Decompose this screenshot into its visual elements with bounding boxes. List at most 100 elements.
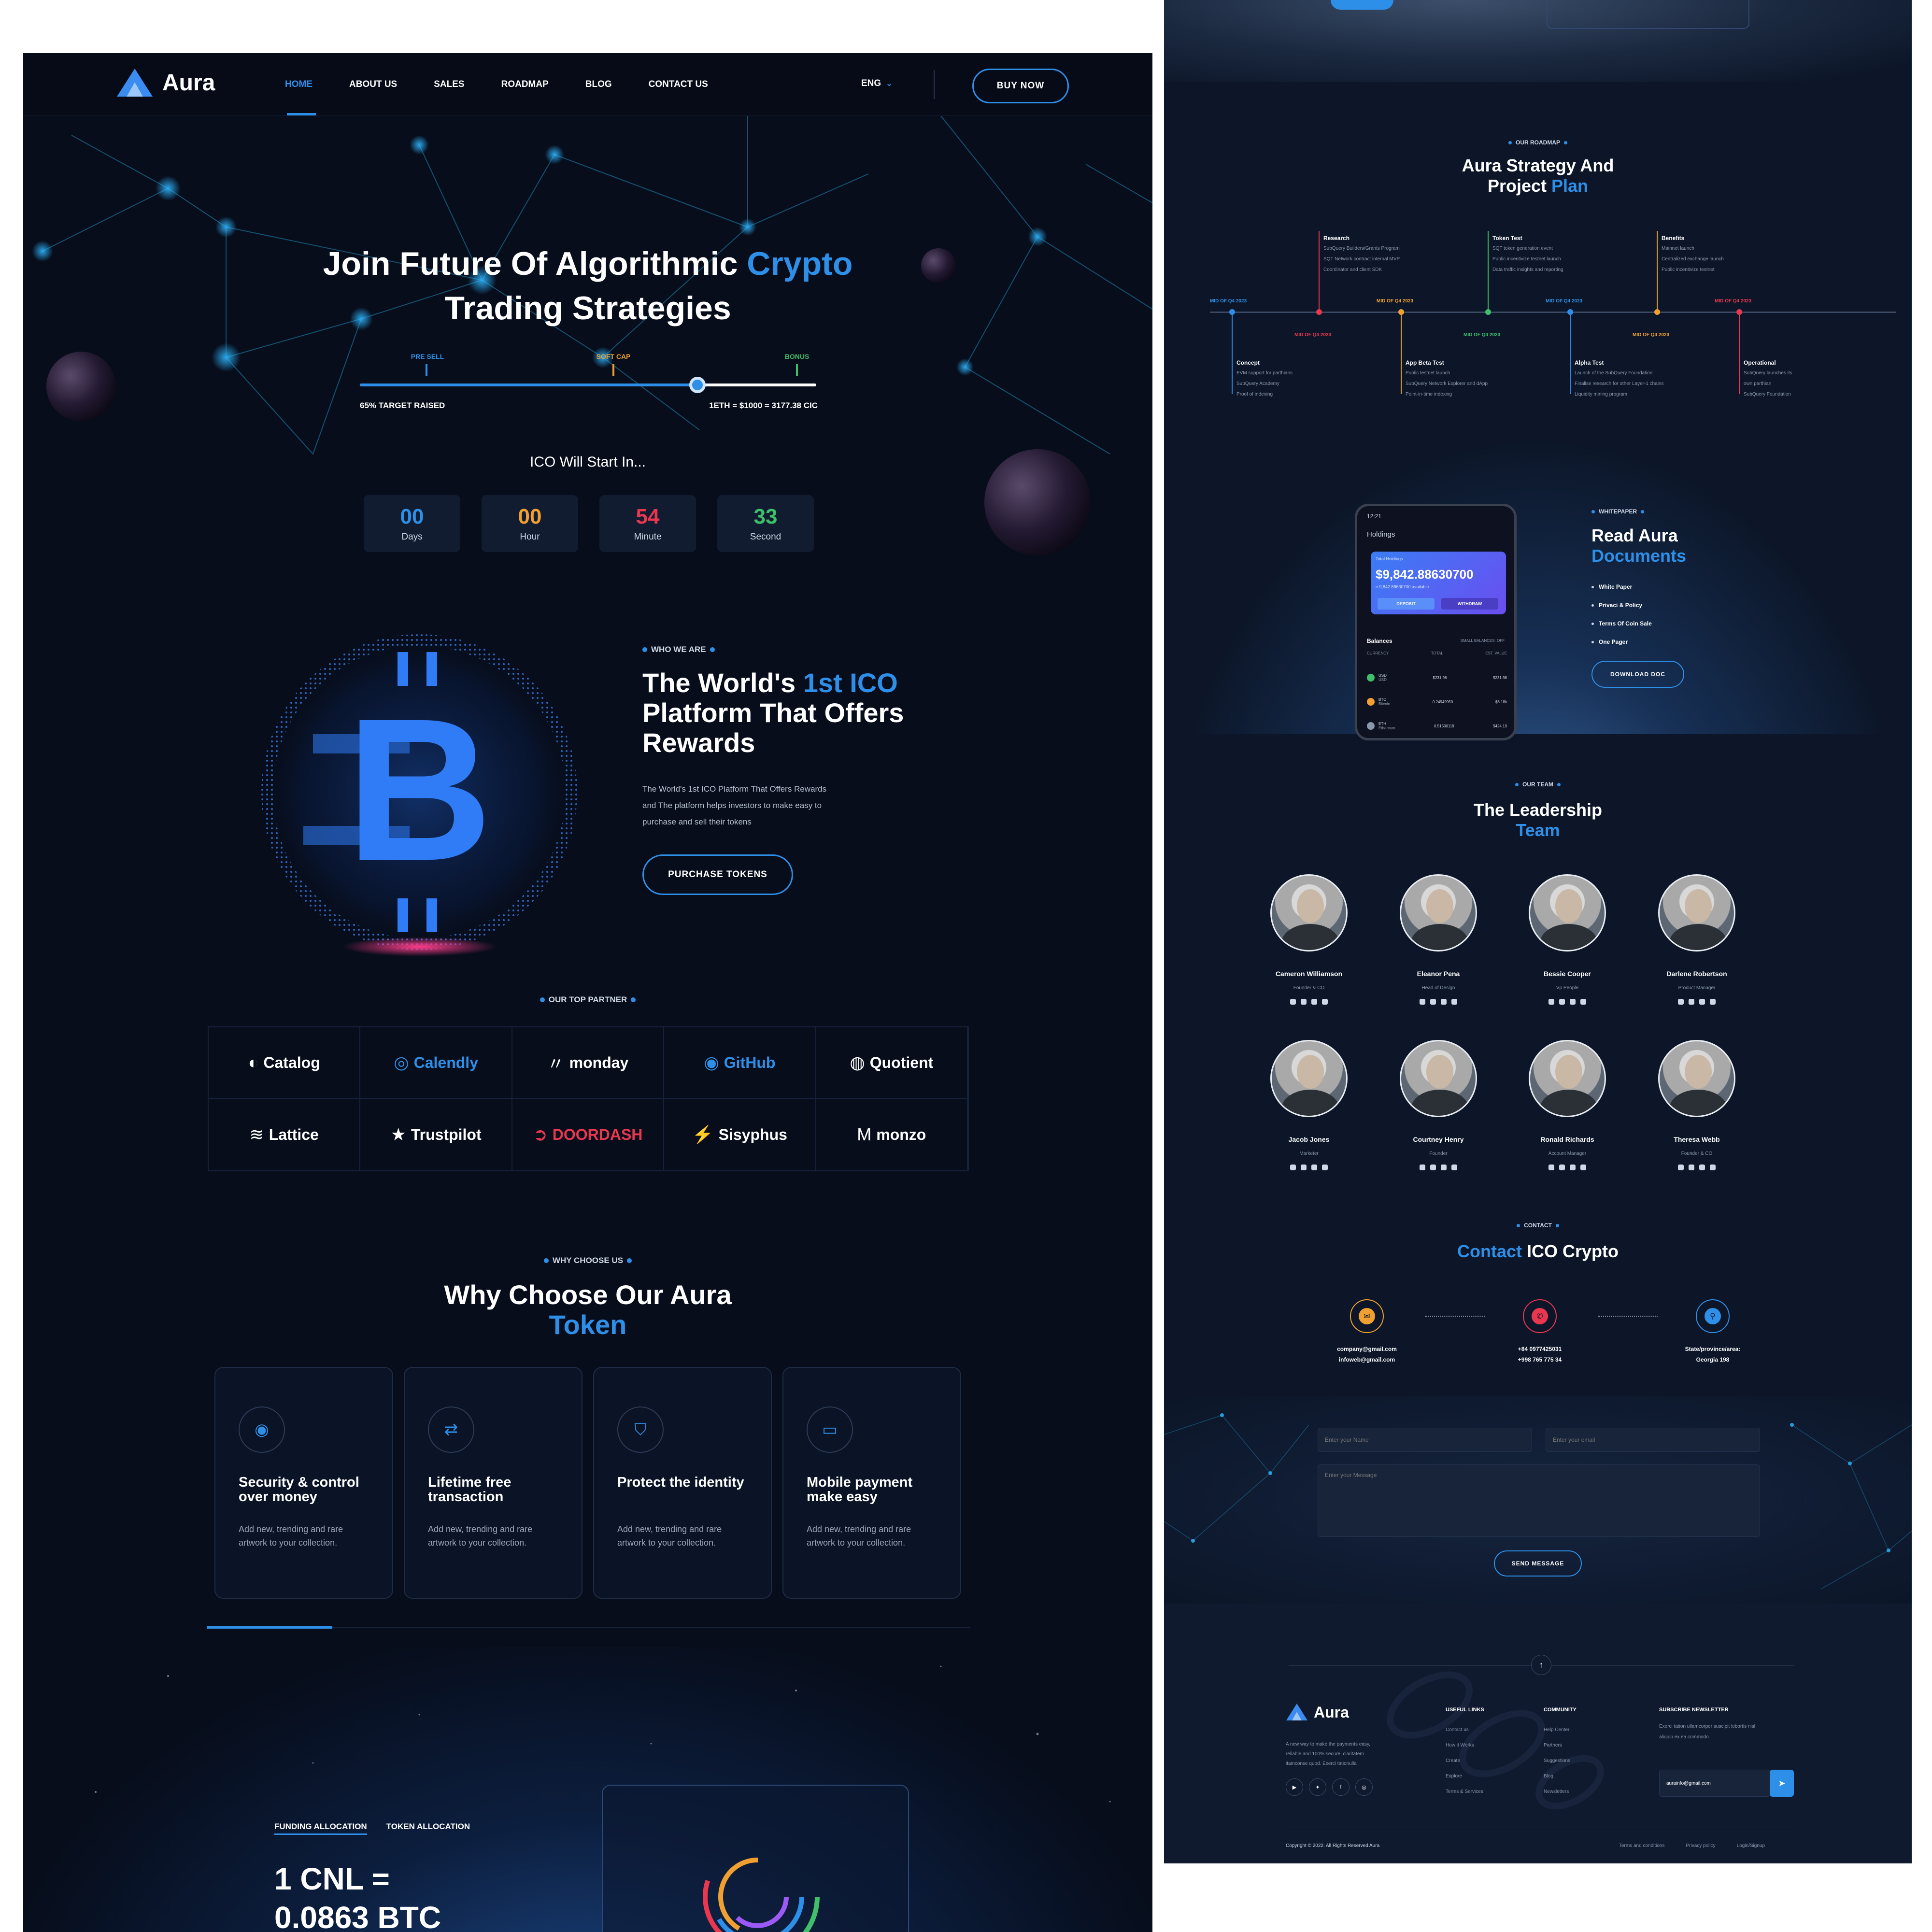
team-member[interactable]: Theresa Webb Founder & CO: [1644, 1040, 1750, 1185]
nav-home[interactable]: HOME: [285, 79, 313, 90]
youtube-icon[interactable]: [1420, 999, 1425, 1005]
doc-link[interactable]: One Pager: [1591, 633, 1686, 651]
instagram-icon[interactable]: [1580, 999, 1586, 1005]
footer-link[interactable]: Create: [1446, 1753, 1483, 1769]
facebook-icon[interactable]: [1311, 1165, 1317, 1170]
tab-funding-allocation[interactable]: FUNDING ALLOCATION: [274, 1822, 367, 1835]
facebook-icon[interactable]: [1699, 1165, 1705, 1170]
balance-row[interactable]: USD USD $231.98 $231.98: [1367, 666, 1507, 690]
facebook-icon[interactable]: [1441, 999, 1447, 1005]
nav-about[interactable]: ABOUT US: [349, 79, 397, 90]
nav-blog[interactable]: BLOG: [585, 79, 612, 90]
facebook-icon[interactable]: [1311, 999, 1317, 1005]
footer-link[interactable]: Suggestions: [1544, 1753, 1570, 1769]
twitter-icon[interactable]: [1301, 999, 1307, 1005]
phone-icon[interactable]: ✆: [1523, 1299, 1557, 1333]
twitter-icon[interactable]: [1689, 1165, 1694, 1170]
footer-link[interactable]: Explore: [1446, 1769, 1483, 1784]
newsletter-email-input[interactable]: aurainfo@gmail.com: [1659, 1770, 1770, 1797]
nav-sales[interactable]: SALES: [434, 79, 464, 90]
facebook-icon[interactable]: [1699, 999, 1705, 1005]
instagram-icon[interactable]: [1451, 1165, 1457, 1170]
download-doc-button[interactable]: DOWNLOAD DOC: [1591, 661, 1684, 688]
instagram-icon[interactable]: [1710, 999, 1716, 1005]
login-link[interactable]: Login/Signup: [1737, 1843, 1765, 1848]
terms-link[interactable]: Terms and conditions: [1619, 1843, 1665, 1848]
nav-roadmap[interactable]: ROADMAP: [501, 79, 549, 90]
send-message-button[interactable]: SEND MESSAGE: [1494, 1550, 1582, 1577]
scroll-top-button[interactable]: ↑: [1531, 1655, 1551, 1675]
instagram-icon[interactable]: [1710, 1165, 1716, 1170]
youtube-icon[interactable]: [1290, 1165, 1296, 1170]
facebook-icon[interactable]: [1570, 1165, 1576, 1170]
team-member[interactable]: Eleanor Pena Head of Design: [1385, 874, 1492, 1019]
twitter-icon[interactable]: [1430, 999, 1436, 1005]
instagram-icon[interactable]: [1580, 1165, 1586, 1170]
buy-now-button[interactable]: BUY NOW: [972, 69, 1069, 103]
youtube-icon[interactable]: [1290, 999, 1296, 1005]
team-member[interactable]: Darlene Robertson Product Manager: [1644, 874, 1750, 1019]
youtube-icon[interactable]: [1678, 1165, 1684, 1170]
feature-card[interactable]: ⛉ Protect the identity Add new, trending a…: [593, 1367, 772, 1599]
footer-link[interactable]: Partners: [1544, 1738, 1570, 1753]
newsletter-submit-button[interactable]: ➤: [1770, 1770, 1794, 1797]
partner-logo[interactable]: ◎ Calendly: [360, 1027, 512, 1099]
small-balances-toggle[interactable]: SMALL BALANCES: OFF: [1461, 639, 1505, 643]
privacy-link[interactable]: Privacy policy: [1686, 1843, 1716, 1848]
twitter-icon[interactable]: [1689, 999, 1694, 1005]
partner-logo[interactable]: Μmonzo: [816, 1099, 968, 1170]
footer-brand[interactable]: Aura: [1286, 1703, 1349, 1721]
twitter-icon[interactable]: [1301, 1165, 1307, 1170]
twitter-icon[interactable]: [1559, 999, 1565, 1005]
balance-row[interactable]: ETH Ethereum 0.51500119 $424.19: [1367, 714, 1507, 738]
feature-card[interactable]: ▭ Mobile payment make easy Add new, trendin…: [782, 1367, 961, 1599]
tab-token-allocation[interactable]: TOKEN ALLOCATION: [386, 1822, 470, 1835]
instagram-icon[interactable]: [1322, 1165, 1328, 1170]
instagram-icon[interactable]: [1322, 999, 1328, 1005]
footer-link[interactable]: How it Works: [1446, 1738, 1483, 1753]
youtube-icon[interactable]: [1420, 1165, 1425, 1170]
youtube-icon[interactable]: [1548, 999, 1554, 1005]
withdraw-button[interactable]: WITHDRAW: [1441, 598, 1498, 610]
balance-row[interactable]: BTC Bitcoin 0.24949950 $6.18k: [1367, 690, 1507, 714]
facebook-icon[interactable]: [1441, 1165, 1447, 1170]
partner-logo[interactable]: ⚡ Sisyphus: [664, 1099, 816, 1170]
footer-link[interactable]: Help Center: [1544, 1722, 1570, 1738]
feature-card[interactable]: ◉ Security & control over money Add new, tr…: [214, 1367, 393, 1599]
instagram-icon[interactable]: ◎: [1355, 1778, 1373, 1796]
team-member[interactable]: Jacob Jones Marketer: [1256, 1040, 1362, 1185]
team-member[interactable]: Bessie Cooper Vp People: [1514, 874, 1620, 1019]
doc-link[interactable]: Terms Of Coin Sale: [1591, 614, 1686, 633]
instagram-icon[interactable]: [1451, 999, 1457, 1005]
deposit-button[interactable]: DEPOSIT: [1378, 598, 1435, 610]
message-input[interactable]: [1318, 1464, 1760, 1537]
location-icon[interactable]: ⚲: [1696, 1299, 1730, 1333]
email-input[interactable]: [1546, 1428, 1760, 1452]
partner-logo[interactable]: ≋ Lattice: [209, 1099, 361, 1170]
doc-link[interactable]: Privaci & Policy: [1591, 596, 1686, 614]
nav-contact[interactable]: CONTACT US: [649, 79, 708, 90]
facebook-icon[interactable]: f: [1332, 1778, 1350, 1796]
brand-logo[interactable]: Aura: [116, 68, 215, 98]
doc-link[interactable]: White Paper: [1591, 578, 1686, 596]
twitter-icon[interactable]: ✦: [1309, 1778, 1326, 1796]
team-member[interactable]: Cameron Williamson Founder & CO: [1256, 874, 1362, 1019]
language-select[interactable]: ENG ⌄: [861, 78, 893, 89]
mail-icon[interactable]: ✉: [1350, 1299, 1384, 1333]
twitter-icon[interactable]: [1559, 1165, 1565, 1170]
footer-link[interactable]: Newsletters: [1544, 1784, 1570, 1800]
slider-progress[interactable]: [207, 1626, 332, 1629]
youtube-icon[interactable]: [1548, 1165, 1554, 1170]
team-member[interactable]: Ronald Richards Account Manager: [1514, 1040, 1620, 1185]
youtube-icon[interactable]: ▶: [1286, 1778, 1303, 1796]
twitter-icon[interactable]: [1430, 1165, 1436, 1170]
purchase-tokens-button[interactable]: PURCHASE TOKENS: [642, 854, 793, 895]
name-input[interactable]: [1318, 1428, 1532, 1452]
partner-logo[interactable]: 〃 monday: [512, 1027, 665, 1099]
team-member[interactable]: Courtney Henry Founder: [1385, 1040, 1492, 1185]
feature-card[interactable]: ⇄ Lifetime free transaction Add new, trendi…: [404, 1367, 582, 1599]
facebook-icon[interactable]: [1570, 999, 1576, 1005]
partner-logo[interactable]: ◐ Catalog: [209, 1027, 361, 1099]
partner-logo[interactable]: ◉ GitHub: [664, 1027, 816, 1099]
partner-logo[interactable]: ◍ Quotient: [816, 1027, 968, 1099]
